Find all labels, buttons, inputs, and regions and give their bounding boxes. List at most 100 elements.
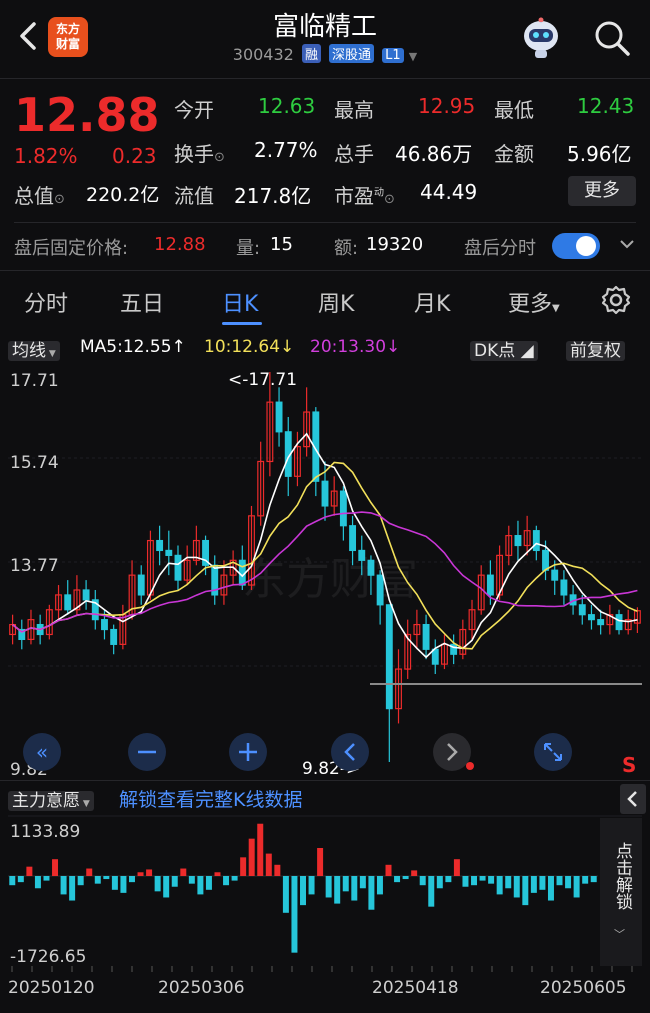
date-label-3: 20250418	[372, 978, 459, 998]
collapse-panel-button[interactable]	[620, 784, 646, 814]
indicator-chart[interactable]: 1133.89 -1726.65	[0, 814, 650, 974]
candle-body	[238, 559, 246, 586]
candle-body	[82, 589, 90, 601]
candle-body	[486, 574, 494, 596]
indicator-bar	[565, 876, 572, 889]
candle-body	[551, 569, 559, 581]
turnover-label: 换手⊙	[174, 142, 225, 166]
double-left-icon[interactable]: «	[23, 733, 61, 771]
pe-value: 44.49	[420, 180, 478, 204]
indicator-bar	[9, 876, 16, 886]
unlock-link[interactable]: 解锁查看完整K线数据	[119, 785, 302, 812]
amount-value: 5.96亿	[567, 142, 632, 166]
candle-body	[358, 549, 366, 561]
info-icon[interactable]: ⊙	[214, 150, 225, 165]
watermark-text: 东方财富	[242, 554, 418, 605]
indicator-bar	[505, 876, 512, 889]
y-label-top: 17.71	[10, 371, 59, 391]
indicator-bar	[539, 876, 546, 890]
indicator-bar	[223, 876, 230, 886]
candle-body	[339, 490, 347, 527]
section-divider	[0, 270, 650, 271]
indicator-bar	[77, 876, 84, 886]
right-icon[interactable]	[433, 733, 471, 771]
stock-code: 300432	[232, 45, 294, 64]
tab-more[interactable]: 更多▼	[508, 286, 560, 318]
indicator-bar	[351, 876, 358, 901]
info-icon[interactable]: ⊙	[384, 192, 395, 207]
info-icon[interactable]: ⊙	[54, 192, 65, 207]
zoom-out-icon[interactable]	[128, 733, 166, 771]
dropdown-triangle-icon[interactable]: ▼	[409, 50, 417, 63]
indicator-bar	[394, 876, 401, 883]
tab-daily-k[interactable]: 日K	[222, 286, 258, 318]
candle-body	[349, 525, 357, 552]
indicator-bar	[342, 876, 349, 892]
dk-button[interactable]: DK点 ◢	[470, 336, 538, 361]
indicator-bar	[52, 859, 59, 876]
indicator-bar	[428, 876, 435, 907]
chevron-down-icon[interactable]	[618, 234, 636, 258]
indicator-bar	[17, 876, 24, 883]
candle-body	[165, 549, 173, 556]
fullscreen-icon[interactable]	[534, 733, 572, 771]
indicator-bar	[214, 872, 221, 876]
indicator-bar	[376, 876, 383, 895]
high-value: 12.95	[418, 94, 476, 118]
indicator-bar	[171, 876, 178, 887]
after-hours-price: 12.88	[154, 234, 206, 255]
tab-monthly-k[interactable]: 月K	[414, 286, 450, 318]
adjust-button[interactable]: 前复权	[566, 336, 625, 361]
search-icon[interactable]	[590, 16, 634, 60]
volume-label: 总手	[334, 142, 374, 166]
tab-weekly-k[interactable]: 周K	[318, 286, 354, 318]
indicator-bar	[573, 876, 580, 898]
more-button[interactable]: 更多	[568, 176, 636, 206]
kline-chart[interactable]: 东方财富 17.71 15.74 13.77 9.82 <-17.71 9.82…	[0, 362, 650, 780]
indicator-bar	[274, 864, 281, 876]
candle-body	[101, 619, 108, 631]
indicator-selector[interactable]: 主力意愿 ▼	[8, 786, 94, 811]
indicator-bar	[240, 857, 247, 876]
indicator-bar	[180, 868, 187, 876]
ma20-value: 20:13.30↓	[310, 337, 401, 357]
indicator-bar	[163, 876, 170, 898]
candle-body	[64, 594, 72, 611]
open-value: 12.63	[258, 94, 316, 118]
indicator-bar	[34, 876, 41, 889]
tab-timeshare[interactable]: 分时	[24, 286, 68, 318]
indicator-bar	[402, 876, 409, 880]
candle-body	[422, 623, 430, 650]
zoom-in-icon[interactable]	[229, 733, 267, 771]
candle-body	[615, 614, 623, 631]
total-cap-label: 总值⊙	[14, 184, 65, 208]
indicator-bar	[317, 848, 324, 876]
turnover-value: 2.77%	[254, 138, 318, 162]
indicator-bar	[325, 876, 332, 898]
candle-body	[597, 619, 605, 626]
pe-label: 市盈动⊙	[334, 184, 395, 208]
indicator-bar	[291, 876, 298, 953]
indicator-bar	[43, 876, 50, 881]
level-tag[interactable]: L1	[382, 48, 404, 63]
change-percent: 1.82%	[14, 144, 78, 168]
float-cap-value: 217.8亿	[234, 184, 312, 208]
robot-avatar-icon[interactable]	[518, 14, 564, 60]
margin-tag: 融	[301, 44, 321, 63]
indicator-bar	[26, 866, 33, 876]
ma-selector[interactable]: 均线 ▼	[8, 336, 60, 361]
toggle-knob	[576, 236, 596, 256]
open-label: 今开	[174, 98, 214, 122]
indicator-bar	[282, 876, 289, 913]
date-label-2: 20250306	[158, 978, 245, 998]
header-divider	[0, 78, 650, 79]
left-icon[interactable]	[331, 733, 369, 771]
candle-body	[110, 628, 118, 645]
indicator-bar	[69, 876, 76, 901]
indicator-bar	[419, 876, 426, 886]
tab-five-day[interactable]: 五日	[120, 286, 164, 318]
gear-icon[interactable]	[600, 284, 632, 320]
indicator-bottom-value: -1726.65	[10, 947, 86, 967]
dropdown-triangle-icon: ▼	[552, 303, 560, 314]
unlock-side-text[interactable]: 点击解锁	[608, 842, 636, 916]
